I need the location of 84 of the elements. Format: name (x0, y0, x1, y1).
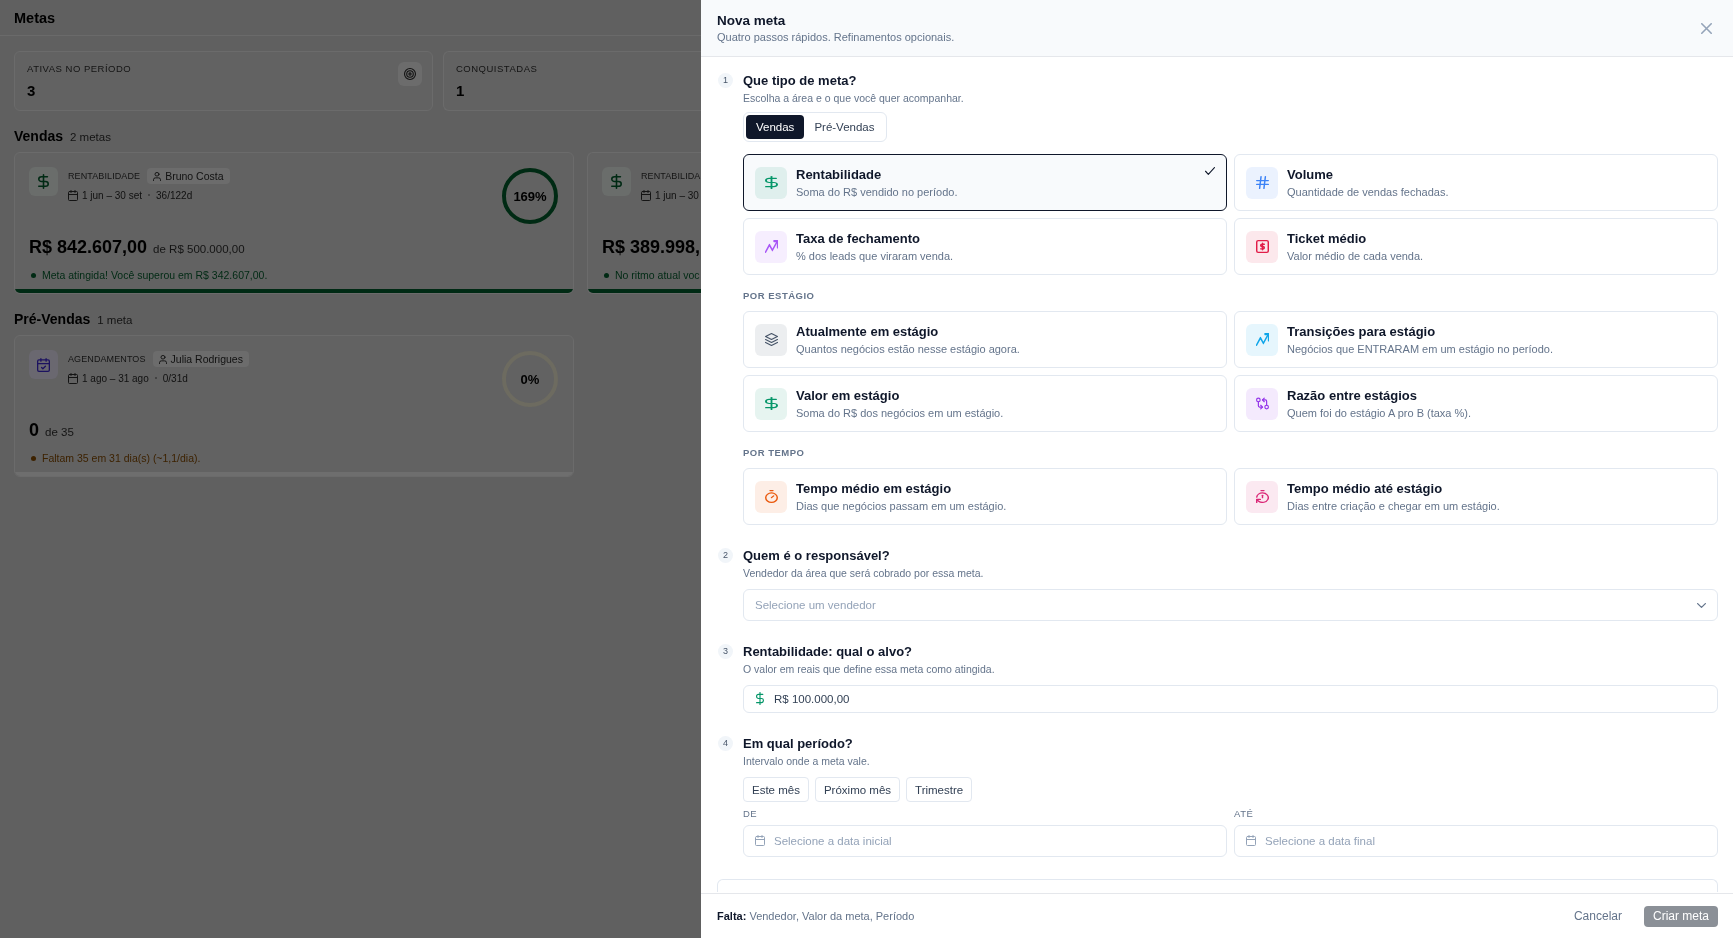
chevron-down-icon (1697, 602, 1706, 608)
calendar-icon (641, 189, 651, 201)
area-tab[interactable]: Vendas (746, 115, 805, 139)
collapsed-panel[interactable] (717, 879, 1718, 892)
owner-name: Bruno Costa (165, 170, 224, 182)
metric-option[interactable]: Ticket médio Valor médio de cada venda. (1234, 218, 1718, 275)
dollar-icon (602, 167, 631, 196)
goal-type: RENTABILIDADE (68, 171, 141, 181)
step-title: Que tipo de meta? (743, 72, 858, 89)
step-number: 1 (718, 73, 733, 88)
metric-option[interactable]: Rentabilidade Soma do R$ vendido no período. (743, 154, 1227, 211)
calendar-icon (68, 189, 78, 201)
step-hint: O valor em reais que define essa meta como atingida. (743, 662, 996, 676)
user-icon (153, 171, 162, 181)
preset-button[interactable]: Trimestre (906, 777, 973, 802)
drawer-subtitle: Quatro passos rápidos. Refinamentos opcionais. (717, 30, 956, 44)
dollar-icon (29, 167, 58, 196)
step-hint: Intervalo onde a meta vale. (743, 754, 871, 768)
cancel-button[interactable]: Cancelar (1573, 909, 1622, 923)
section-title: Vendas (14, 128, 64, 144)
step-number: 2 (718, 548, 733, 563)
goal-target: de R$ 500.000,00 (153, 243, 245, 255)
group-heading: POR TEMPO (743, 447, 806, 459)
page-title: Metas (14, 9, 56, 26)
user-icon (158, 354, 167, 364)
status-text: Meta atingida! Você superou em R$ 342.607,00. (42, 269, 268, 281)
metric-option[interactable]: Razão entre estágios Quem foi do estágio A pro B (taxa %). (1234, 375, 1718, 432)
metric-option[interactable]: Volume Quantidade de vendas fechadas. (1234, 154, 1718, 211)
target-icon (398, 62, 422, 86)
owner-name: Julia Rodrigues (170, 353, 243, 365)
goal-type: AGENDAMENTOS (68, 354, 146, 364)
check-icon (1205, 167, 1215, 175)
calendar-icon (755, 835, 765, 846)
status-text: Faltam 35 em 31 dia(s) (~1,1/dia). (42, 452, 201, 464)
goal-type: RENTABILIDA (641, 171, 701, 181)
status-text: No ritmo atual voc (615, 269, 700, 281)
section-count: 1 meta (97, 314, 133, 326)
metric-option[interactable]: Taxa de fechamento % dos leads que viraram venda. (743, 218, 1227, 275)
goal-days: 36/122d (156, 189, 193, 201)
metric-option[interactable]: Valor em estágio Soma do R$ dos negócios em um estágio. (743, 375, 1227, 432)
calendar-icon (1246, 835, 1256, 846)
area-tab[interactable]: Pré-Vendas (804, 115, 885, 139)
goal-value: 0 (29, 420, 39, 441)
stat-label: ATIVAS NO PERÍODO (27, 63, 133, 75)
stat-value: 3 (27, 82, 37, 100)
metric-option[interactable]: Atualmente em estágio Quantos negócios estão nesse estágio agora. (743, 311, 1227, 368)
metric-option[interactable]: Tempo médio em estágio Dias que negócios passam em um estágio. (743, 468, 1227, 525)
ring-percent: 0% (520, 371, 540, 387)
step-hint: Vendedor da área que será cobrado por essa meta. (743, 566, 985, 580)
date-label: ATÉ (1234, 808, 1255, 820)
section-title: Pré-Vendas (14, 311, 91, 327)
step-title: Rentabilidade: qual o alvo? (743, 643, 914, 660)
goal-target: de 35 (45, 426, 74, 438)
date-field[interactable]: Selecione a data final (1234, 825, 1718, 857)
metric-option[interactable]: Transições para estágio Negócios que ENTRARAM em um estágio no período. (1234, 311, 1718, 368)
drawer-title: Nova meta (717, 12, 787, 29)
step-title: Em qual período? (743, 735, 854, 752)
progress-ring (501, 167, 559, 225)
date-field[interactable]: Selecione a data inicial (743, 825, 1227, 857)
close-icon (1700, 22, 1712, 34)
step-hint: Escolha a área e o que você quer acompanhar. (743, 91, 965, 105)
goal-value: R$ 842.607,00 (29, 237, 148, 258)
group-heading: POR ESTÁGIO (743, 290, 816, 302)
step-title: Quem é o responsável? (743, 547, 891, 564)
metric-option[interactable]: Tempo médio até estágio Dias entre criação e chegar em um estágio. (1234, 468, 1718, 525)
preset-button[interactable]: Próximo mês (814, 777, 901, 802)
calendar-icon (68, 372, 78, 384)
goal-period: 1 jun – 30 (655, 189, 699, 201)
missing-fields-text: Falta: Vendedor, Valor da meta, Período (717, 910, 916, 922)
stat-label: CONQUISTADAS (456, 63, 539, 75)
step-number: 4 (718, 736, 733, 751)
date-label: DE (743, 808, 759, 820)
goal-period: 1 jun – 30 set (82, 189, 143, 201)
dollar-icon (756, 692, 764, 705)
section-count: 2 metas (70, 131, 111, 143)
goal-period: 1 ago – 31 ago (82, 372, 149, 384)
calendar-check-icon (29, 350, 58, 379)
preset-button[interactable]: Este mês (743, 777, 809, 802)
ring-percent: 169% (513, 188, 547, 204)
goal-value: R$ 389.998, (602, 237, 701, 258)
goal-days: 0/31d (162, 372, 188, 384)
step-number: 3 (718, 644, 733, 659)
stat-value: 1 (456, 82, 466, 100)
amount-field[interactable]: R$ 100.000,00 (743, 685, 1718, 713)
